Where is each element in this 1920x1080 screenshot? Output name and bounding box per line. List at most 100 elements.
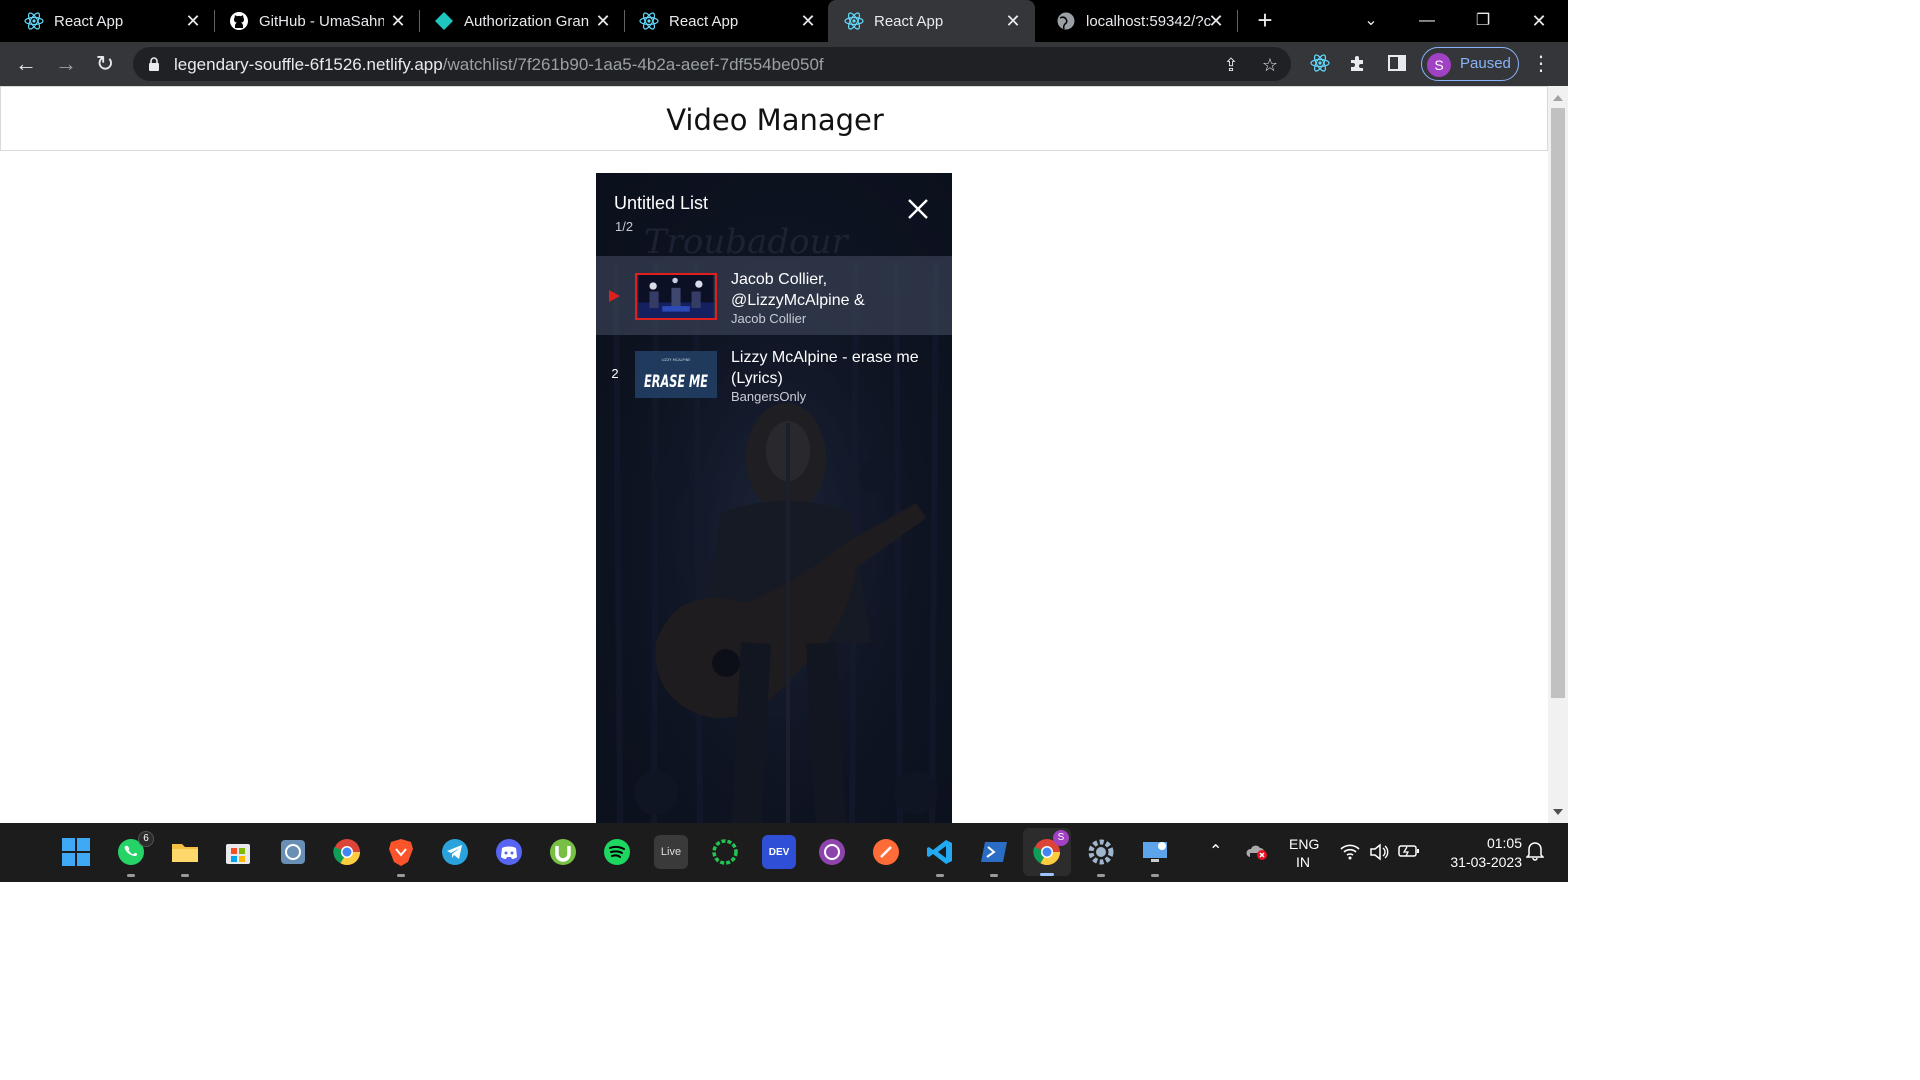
discord-app[interactable] (492, 835, 526, 869)
notification-badge: 6 (138, 831, 154, 847)
language-line2: IN (1296, 854, 1310, 870)
tab-search-icon[interactable]: ⌄ (1356, 6, 1386, 36)
close-icon[interactable]: ✕ (798, 11, 818, 31)
avatar: S (1427, 53, 1451, 77)
close-icon[interactable] (904, 195, 932, 223)
clock[interactable]: 01:05 31-03-2023 (1432, 834, 1522, 872)
photos-app[interactable] (276, 835, 310, 869)
dev-label: DEV (768, 846, 790, 858)
start-button[interactable] (59, 835, 93, 869)
page-scrollbar[interactable] (1548, 86, 1568, 823)
video-title[interactable]: Jacob Collier, @LizzyMcAlpine & (731, 269, 941, 311)
page-title: Video Manager (666, 103, 884, 137)
vscode-app[interactable] (923, 835, 957, 877)
whatsapp-app[interactable]: 6 (114, 831, 154, 877)
tab-strip: React App ✕ GitHub - UmaSahni ✕ Authoriz… (0, 0, 1568, 42)
reload-button[interactable]: ↻ (91, 50, 119, 78)
notification-bell-icon[interactable] (1525, 841, 1545, 864)
tab-localhost[interactable]: localhost:59342/?cc ✕ (1032, 0, 1238, 42)
chrome-icon (333, 839, 361, 866)
postman-app[interactable] (869, 835, 903, 869)
tab-react-app-1[interactable]: React App ✕ (0, 0, 215, 42)
tab-github[interactable]: GitHub - UmaSahni ✕ (205, 0, 420, 42)
live-app[interactable]: Live (654, 835, 688, 869)
tab-label: localhost:59342/?cc (1086, 12, 1211, 30)
window-close-button[interactable]: ✕ (1524, 6, 1554, 36)
loading-ring-app[interactable] (708, 835, 742, 869)
tab-authorization[interactable]: Authorization Grant ✕ (410, 0, 625, 42)
language-indicator[interactable]: ENG IN (1289, 835, 1319, 871)
now-playing-icon (609, 290, 620, 302)
bookmark-star-icon[interactable]: ☆ (1260, 55, 1280, 75)
remote-desktop-app[interactable] (1138, 835, 1172, 877)
powershell-app[interactable] (977, 835, 1011, 877)
file-explorer-app[interactable] (168, 835, 202, 877)
extensions-puzzle-icon[interactable] (1347, 53, 1369, 75)
onedrive-error-icon[interactable] (1246, 843, 1270, 864)
running-indicator (127, 874, 135, 877)
thumb-small-text: LIZZY MCALPINE (662, 358, 691, 362)
spotify-app[interactable] (600, 835, 634, 869)
settings-app[interactable] (1084, 835, 1118, 877)
running-indicator (1151, 874, 1159, 877)
tab-label: GitHub - UmaSahni (259, 12, 384, 30)
active-indicator (1040, 873, 1054, 876)
watchlist-panel: Troubadour Untitled List 1/2 Jacob Colli… (596, 173, 952, 823)
globe-icon (1056, 11, 1076, 31)
terminal-icon (981, 842, 1007, 862)
video-channel: Jacob Collier (731, 311, 807, 326)
react-icon (24, 11, 44, 31)
chevron-up-icon[interactable]: ⌃ (1209, 841, 1222, 861)
profile-button[interactable]: S Paused (1421, 47, 1519, 81)
profile-badge: S (1053, 830, 1069, 846)
scrollbar-thumb[interactable] (1551, 108, 1565, 698)
scroll-up-arrow[interactable] (1553, 95, 1563, 101)
video-title[interactable]: Lizzy McAlpine - erase me (Lyrics) (731, 347, 941, 389)
menu-kebab-icon[interactable]: ⋮ (1530, 53, 1552, 75)
clock-time: 01:05 (1486, 835, 1522, 851)
video-thumbnail[interactable]: LIZZY MCALPINE ERASE ME (635, 351, 717, 398)
telegram-app[interactable] (438, 835, 472, 869)
github-icon (229, 11, 249, 31)
close-icon[interactable]: ✕ (1206, 11, 1226, 31)
utorrent-app[interactable] (546, 835, 580, 869)
microsoft-store-app[interactable] (221, 835, 255, 869)
tab-react-app-active[interactable]: React App ✕ (828, 0, 1035, 42)
watchlist-header: Untitled List 1/2 (596, 173, 952, 257)
url-path: /watchlist/7f261b90-1aa5-4b2a-aeef-7df55… (442, 55, 824, 74)
wifi-icon[interactable] (1340, 844, 1360, 863)
thumb-text: ERASE ME (644, 372, 708, 392)
ring-icon (712, 839, 738, 865)
address-bar[interactable]: legendary-souffle-6f1526.netlify.app/wat… (133, 47, 1291, 81)
tab-react-app-2[interactable]: React App ✕ (615, 0, 830, 42)
lock-icon[interactable] (148, 57, 160, 71)
github-desktop-app[interactable] (815, 835, 849, 869)
github-desktop-icon (819, 839, 845, 865)
forward-button[interactable]: → (52, 50, 80, 78)
close-icon[interactable]: ✕ (183, 11, 203, 31)
close-icon[interactable]: ✕ (593, 11, 613, 31)
volume-icon[interactable] (1369, 843, 1389, 864)
restore-button[interactable]: ❐ (1468, 6, 1498, 36)
brave-lion-icon (389, 839, 413, 866)
watchlist-item[interactable]: Jacob Collier, @LizzyMcAlpine & Jacob Co… (596, 257, 952, 335)
new-tab-button[interactable]: + (1252, 7, 1278, 34)
scroll-down-arrow[interactable] (1553, 809, 1563, 815)
chrome-app[interactable] (330, 835, 364, 869)
running-indicator (936, 874, 944, 877)
battery-icon[interactable] (1398, 843, 1420, 862)
dev-app[interactable]: DEV (762, 835, 796, 869)
video-thumbnail[interactable] (635, 273, 717, 320)
side-panel-icon[interactable] (1386, 53, 1408, 75)
tab-label: React App (874, 12, 944, 30)
back-button[interactable]: ← (12, 50, 40, 78)
react-devtools-icon[interactable] (1309, 53, 1331, 75)
close-icon[interactable]: ✕ (1003, 11, 1023, 31)
monitor-icon (1143, 842, 1167, 862)
brave-app[interactable] (384, 835, 418, 877)
minimize-button[interactable]: — (1412, 6, 1442, 36)
watchlist-item[interactable]: 2 LIZZY MCALPINE ERASE ME Lizzy McAlpine… (596, 335, 952, 413)
share-icon[interactable]: ⇪ (1221, 55, 1241, 75)
close-icon[interactable]: ✕ (388, 11, 408, 31)
chrome-profile-app[interactable]: S (1023, 828, 1071, 876)
